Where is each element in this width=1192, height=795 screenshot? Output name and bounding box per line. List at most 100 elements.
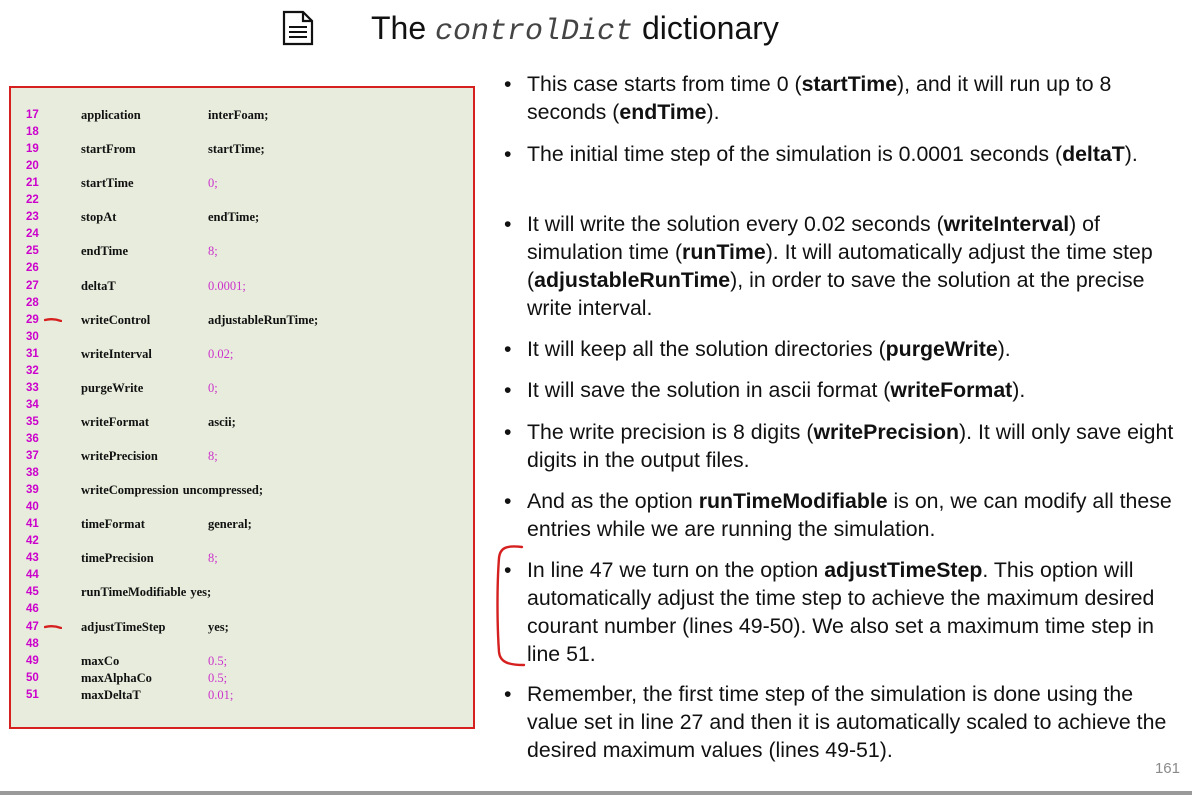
code-line: 19 startFrom startTime; bbox=[11, 141, 471, 158]
bullet-keyword: writePrecision bbox=[813, 420, 960, 444]
code-line: 35 writeFormat ascii; bbox=[11, 414, 471, 431]
code-key: writeControl bbox=[81, 312, 151, 327]
code-line: 46 bbox=[11, 601, 471, 618]
code-key: writeInterval bbox=[81, 346, 152, 361]
code-key: startFrom bbox=[81, 142, 136, 157]
code-value: general; bbox=[208, 517, 252, 532]
code-line: 43 timePrecision 8; bbox=[11, 550, 471, 567]
code-line: 17 application interFoam; bbox=[11, 107, 471, 124]
line-number: 36 bbox=[26, 432, 39, 445]
code-line: 21 startTime 0; bbox=[11, 175, 471, 192]
code-key: maxDeltaT bbox=[81, 687, 141, 702]
code-value: 8; bbox=[208, 449, 218, 463]
code-key: writeCompression uncompressed; bbox=[81, 483, 264, 498]
code-key: startTime bbox=[81, 176, 134, 191]
code-line: 37 writePrecision 8; bbox=[11, 448, 471, 465]
code-value: uncompressed; bbox=[182, 483, 264, 498]
line-number: 47 bbox=[26, 620, 39, 633]
line-number: 26 bbox=[26, 262, 39, 275]
code-line: 29 writeControl adjustableRunTime; bbox=[11, 312, 471, 329]
line-number: 19 bbox=[26, 143, 39, 156]
code-line: 24 bbox=[11, 226, 471, 243]
code-line: 32 bbox=[11, 363, 471, 380]
code-line: 41 timeFormat general; bbox=[11, 516, 471, 533]
code-line: 40 bbox=[11, 499, 471, 516]
line-number: 37 bbox=[26, 450, 39, 462]
code-value: 8; bbox=[208, 551, 218, 566]
bullet-fragment: ). bbox=[1012, 378, 1026, 402]
line-number: 28 bbox=[26, 296, 39, 309]
bullet-fragment: ). bbox=[706, 100, 720, 124]
bullet-keyword: startTime bbox=[801, 72, 898, 96]
code-value: yes; bbox=[190, 585, 212, 600]
code-value: 8; bbox=[208, 244, 218, 259]
code-key: timePrecision bbox=[81, 551, 154, 566]
code-value: 0; bbox=[208, 380, 218, 395]
code-line: 27 deltaT 0.0001; bbox=[11, 278, 471, 295]
code-line: 44 bbox=[11, 567, 471, 584]
code-line: 39 writeCompression uncompressed; bbox=[11, 482, 471, 499]
bullet-text: It will save the solution in ascii forma… bbox=[527, 376, 1187, 404]
line-number: 17 bbox=[26, 109, 39, 121]
code-line: 34 bbox=[11, 397, 471, 414]
code-value: adjustableRunTime; bbox=[208, 312, 319, 327]
line-number: 30 bbox=[26, 330, 39, 343]
line-number: 39 bbox=[26, 484, 39, 497]
code-value: 0.5; bbox=[208, 670, 228, 685]
line-number: 38 bbox=[26, 467, 39, 480]
line-number: 33 bbox=[26, 381, 39, 394]
bullet-fragment: This case starts from time 0 ( bbox=[527, 72, 802, 96]
line-number: 24 bbox=[26, 228, 39, 241]
bullet-text: Remember, the first time step of the sim… bbox=[527, 680, 1187, 764]
code-key: writePrecision bbox=[81, 449, 158, 463]
code-value: 0; bbox=[208, 176, 218, 191]
code-line: 26 bbox=[11, 260, 471, 277]
bullet-fragment: The initial time step of the simulation … bbox=[527, 142, 1063, 166]
bullet-text: The initial time step of the simulation … bbox=[527, 140, 1187, 168]
bullet-fragment: It will write the solution every 0.02 se… bbox=[527, 212, 944, 236]
code-line: 48 bbox=[11, 636, 471, 653]
bullet-keyword: runTimeModifiable bbox=[698, 489, 888, 513]
code-line: 36 bbox=[11, 431, 471, 448]
bullet-keyword: writeInterval bbox=[943, 212, 1070, 236]
code-key: maxAlphaCo bbox=[81, 670, 152, 685]
bullet-icon: • bbox=[504, 489, 512, 513]
slide-header: The controlDict dictionary bbox=[0, 0, 1192, 60]
code-key: deltaT bbox=[81, 278, 116, 293]
line-number: 27 bbox=[26, 279, 39, 292]
title-prefix: The bbox=[371, 10, 427, 46]
code-value: startTime; bbox=[208, 142, 265, 157]
bullet-keyword: adjustTimeStep bbox=[824, 558, 983, 582]
code-value: interFoam; bbox=[208, 108, 269, 122]
bullet-keyword: adjustableRunTime bbox=[534, 268, 731, 292]
code-key: endTime bbox=[81, 244, 128, 259]
bullet-text: In line 47 we turn on the option adjustT… bbox=[527, 556, 1187, 668]
bottom-divider bbox=[0, 791, 1192, 795]
line-number: 31 bbox=[26, 347, 39, 360]
code-line: 49 maxCo 0.5; bbox=[11, 653, 471, 670]
bullet-keyword: deltaT bbox=[1062, 142, 1125, 166]
line-number: 35 bbox=[26, 415, 39, 428]
bullet-keyword: writeFormat bbox=[890, 378, 1013, 402]
code-key: stopAt bbox=[81, 210, 117, 225]
bullet-text: It will keep all the solution directorie… bbox=[527, 335, 1187, 363]
line-number: 34 bbox=[26, 398, 39, 411]
code-line: 38 bbox=[11, 465, 471, 482]
code-key: maxCo bbox=[81, 653, 120, 668]
line-number: 46 bbox=[26, 603, 39, 616]
bullet-fragment: The write precision is 8 digits ( bbox=[527, 420, 814, 444]
line-number: 25 bbox=[26, 245, 39, 258]
code-value: yes; bbox=[208, 619, 229, 634]
code-line: 18 bbox=[11, 124, 471, 141]
line-number: 48 bbox=[26, 637, 39, 650]
line-number: 51 bbox=[26, 688, 39, 701]
line-number: 50 bbox=[26, 671, 39, 684]
bullet-fragment: ). bbox=[997, 337, 1011, 361]
title-mono: controlDict bbox=[435, 15, 634, 49]
code-line: 33 purgeWrite 0; bbox=[11, 380, 471, 397]
bullet-icon: • bbox=[504, 72, 512, 96]
bullet-icon: • bbox=[504, 378, 512, 402]
code-line: 20 bbox=[11, 158, 471, 175]
code-value: 0.01; bbox=[208, 687, 234, 702]
line-number: 32 bbox=[26, 364, 39, 377]
